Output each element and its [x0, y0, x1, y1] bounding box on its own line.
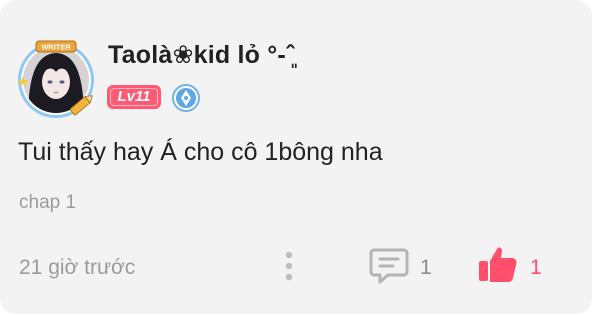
like-count: 1 — [530, 256, 542, 279]
thumbs-up-icon[interactable] — [477, 244, 519, 284]
reply-count: 1 — [420, 256, 432, 279]
username[interactable]: Taolà❀kid lỏ °-ˆ͈ — [108, 40, 294, 70]
comment-text: Tui thấy hay Á cho cô 1bông nha — [18, 138, 383, 166]
more-vertical-icon[interactable] — [279, 250, 299, 284]
comment-card: WRITER Taolà❀kid lỏ °-ˆ͈ Lv11 Tui thấy h… — [0, 0, 592, 314]
chapter-link[interactable]: chap 1 — [19, 192, 76, 214]
avatar-frame-label: WRITER — [41, 43, 71, 52]
user-avatar[interactable]: WRITER — [14, 36, 98, 120]
writer-pen-badge-icon — [172, 84, 200, 112]
comment-icon[interactable] — [369, 246, 409, 284]
timestamp: 21 giờ trước — [19, 256, 136, 279]
level-badge: Lv11 — [107, 85, 161, 109]
